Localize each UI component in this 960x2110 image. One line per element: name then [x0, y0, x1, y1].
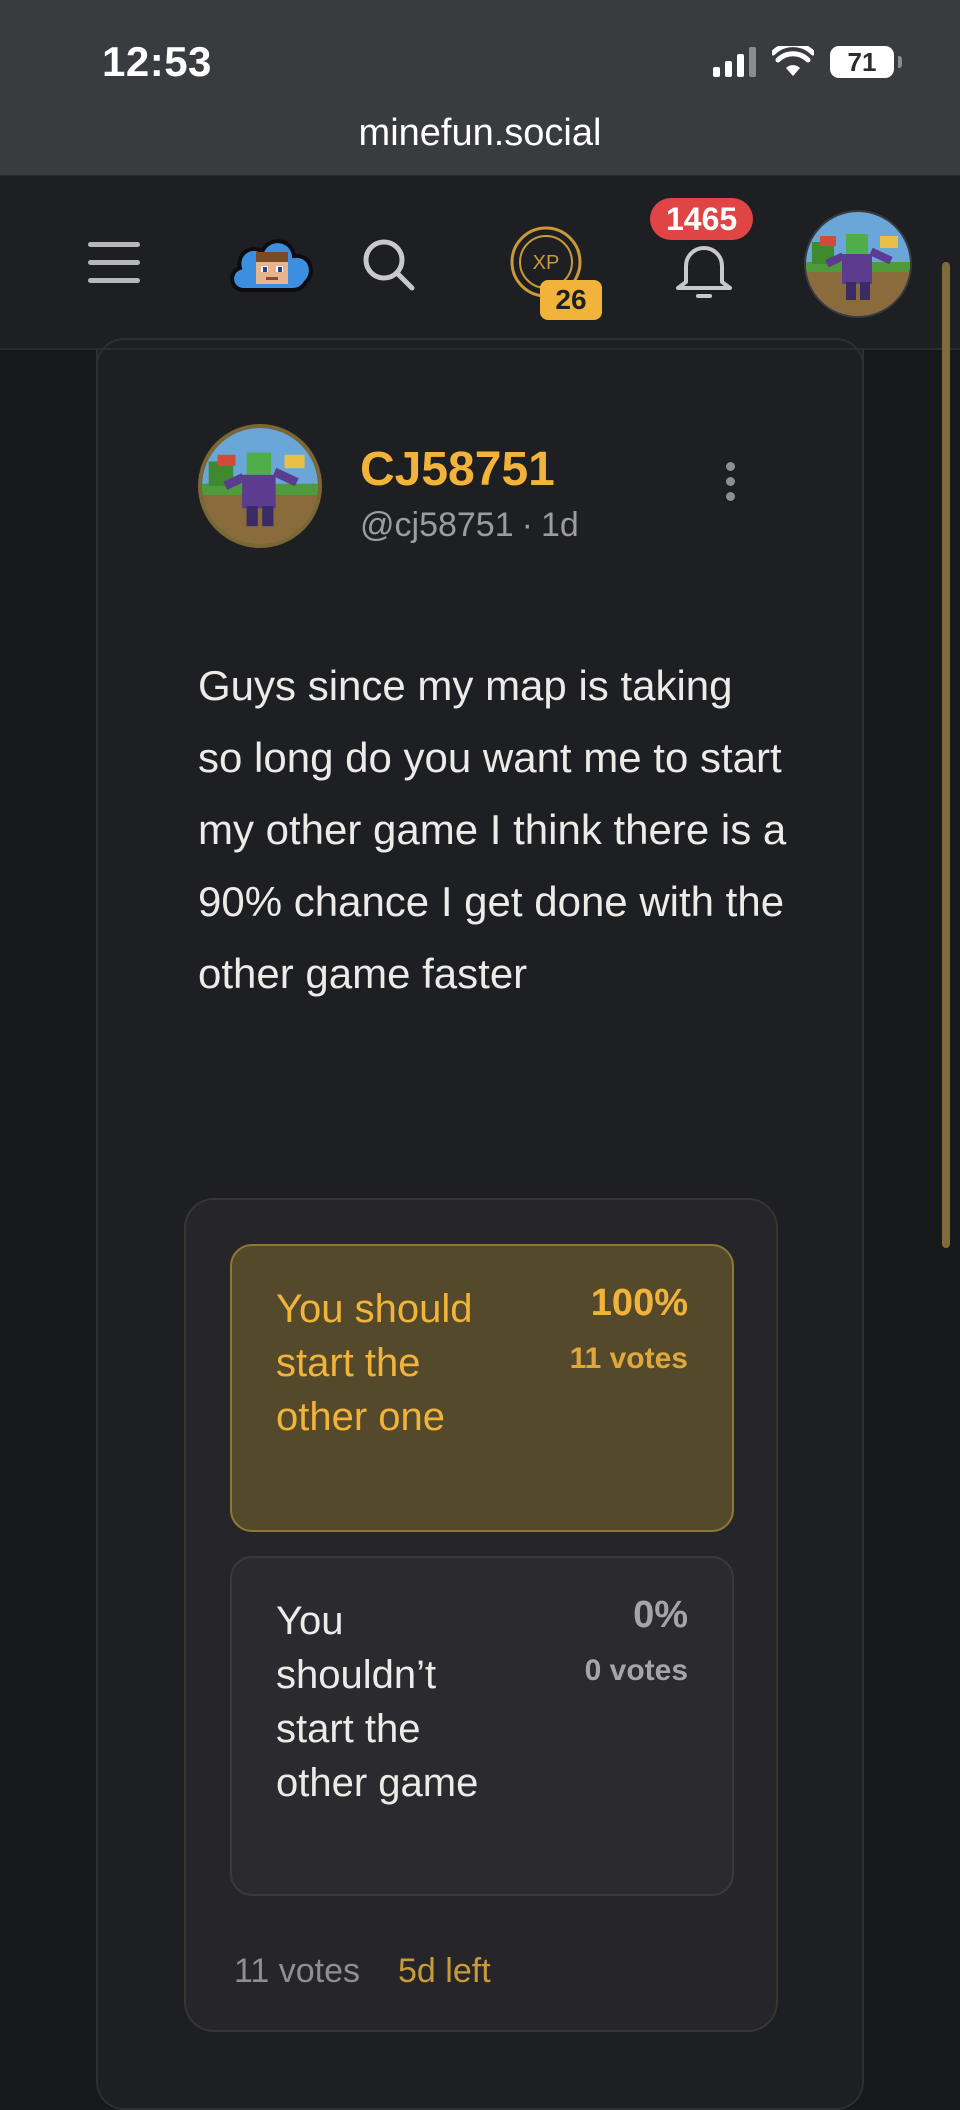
- wifi-icon: [772, 46, 814, 76]
- author-handle[interactable]: @cj58751: [360, 506, 514, 544]
- browser-top-bar: 12:53 71 minefun.social: [0, 0, 960, 176]
- post-age: 1d: [540, 506, 579, 544]
- poll-option-label: You shouldn’t start the other game: [276, 1599, 479, 1805]
- search-icon[interactable]: [360, 236, 416, 292]
- status-time: 12:53: [102, 38, 212, 85]
- author-avatar[interactable]: [198, 424, 322, 548]
- poll-total-votes: 11 votes: [234, 1952, 361, 1990]
- menu-icon[interactable]: [88, 242, 140, 284]
- poll-footer: 11 votes 5d left: [234, 1952, 491, 1991]
- xp-icon-label: XP: [533, 252, 560, 274]
- poll-option-votes: 0 votes: [584, 1654, 688, 1687]
- battery-icon: 71: [830, 46, 902, 78]
- url-bar[interactable]: minefun.social: [0, 112, 960, 155]
- poll-time-left: 5d left: [398, 1952, 491, 1990]
- post-body: Guys since my map is taking so long do y…: [198, 662, 787, 997]
- author-name[interactable]: CJ58751: [360, 442, 555, 497]
- poll-option-votes: 11 votes: [569, 1342, 688, 1375]
- poll-option-2[interactable]: You shouldn’t start the other game 0% 0 …: [230, 1556, 734, 1896]
- poll-option-percent: 100%: [590, 1282, 688, 1324]
- cellular-signal-icon: [713, 47, 756, 77]
- notification-count-badge: 1465: [650, 198, 754, 240]
- poll: You should start the other one 100% 11 v…: [184, 1198, 778, 2032]
- bell-icon[interactable]: [672, 236, 736, 302]
- post-card: CJ58751 @cj58751 · 1d Guys since my map is…: [96, 338, 864, 2110]
- status-icons: 71: [713, 44, 902, 80]
- poll-option-label: You should start the other one: [276, 1287, 473, 1439]
- author-meta: @cj58751 · 1d: [360, 506, 579, 545]
- app-header: XP 26 1465: [0, 176, 960, 350]
- more-options-icon[interactable]: [710, 462, 750, 510]
- poll-option-1[interactable]: You should start the other one 100% 11 v…: [230, 1244, 734, 1532]
- minefun-logo-icon[interactable]: [226, 228, 316, 300]
- meta-separator: ·: [521, 506, 533, 544]
- page-scrollbar[interactable]: [942, 262, 950, 1248]
- poll-option-percent: 0%: [633, 1594, 688, 1636]
- user-avatar[interactable]: [804, 210, 912, 318]
- xp-level-badge: 26: [540, 280, 602, 320]
